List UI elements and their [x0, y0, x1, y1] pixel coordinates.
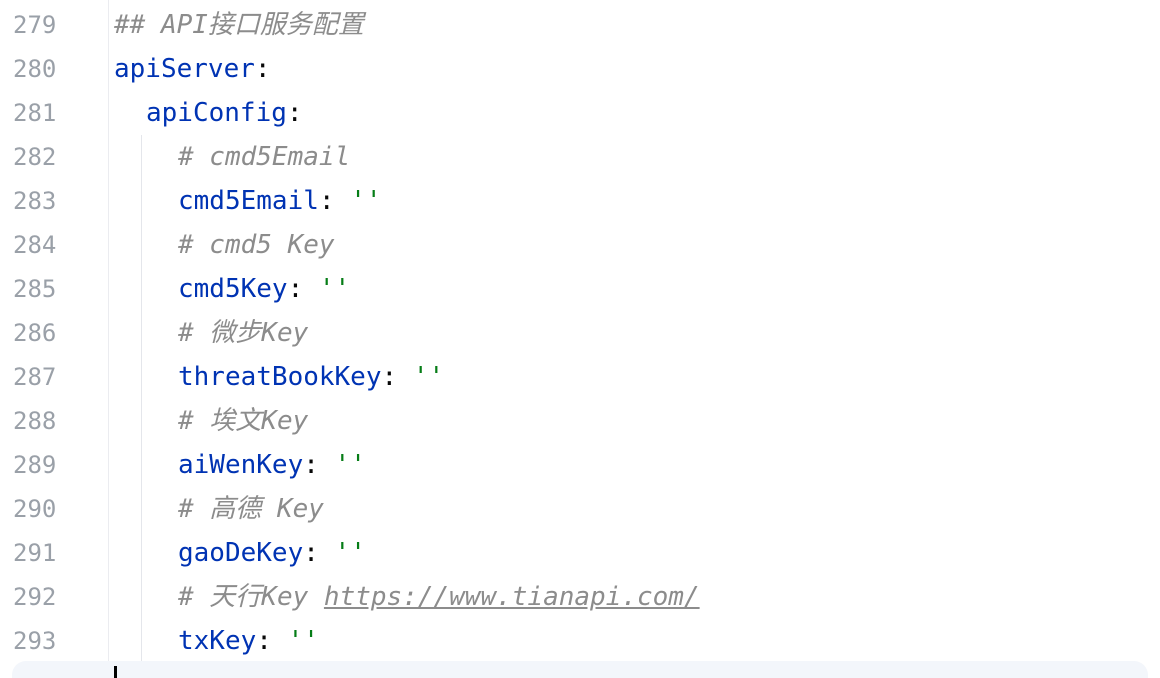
line-number: 281 — [13, 99, 57, 127]
line-number: 291 — [13, 539, 57, 567]
yaml-colon: : — [254, 54, 271, 84]
line-number: 279 — [13, 11, 57, 39]
code-line[interactable]: 286 # 微步Key — [0, 311, 1160, 355]
yaml-colon: : — [303, 538, 319, 568]
line-number: 284 — [13, 231, 57, 259]
comment-text: # 埃文Key — [178, 406, 309, 436]
yaml-key: gaoDeKey — [178, 538, 304, 568]
yaml-key: threatBookKey — [178, 362, 382, 392]
comment-text: # cmd5Email — [178, 142, 351, 172]
comment-text: # 高德 Key — [178, 494, 324, 524]
yaml-string-value: '' — [287, 626, 319, 656]
code-editor[interactable]: 279 ## API接口服务配置 280 apiServer: 281 apiC… — [0, 0, 1160, 678]
yaml-colon: : — [303, 450, 319, 480]
code-line[interactable]: 283 cmd5Email: '' — [0, 179, 1160, 223]
text-caret — [114, 666, 117, 678]
code-line[interactable]: 293 txKey: '' — [0, 619, 1160, 663]
line-number: 283 — [13, 187, 57, 215]
code-line[interactable]: 289 aiWenKey: '' — [0, 443, 1160, 487]
line-number: 285 — [13, 275, 57, 303]
yaml-string-value: '' — [334, 450, 366, 480]
code-line[interactable]: 281 apiConfig: — [0, 91, 1160, 135]
yaml-string-value: '' — [318, 274, 351, 304]
line-number: 287 — [13, 363, 57, 391]
code-line[interactable]: 287 threatBookKey: '' — [0, 355, 1160, 399]
yaml-colon: : — [381, 362, 398, 392]
yaml-colon: : — [287, 274, 304, 304]
yaml-key: txKey — [178, 626, 257, 656]
yaml-colon: : — [256, 626, 272, 656]
code-line[interactable]: 284 # cmd5 Key — [0, 223, 1160, 267]
yaml-key: cmd5Key — [178, 274, 288, 304]
line-number: 286 — [13, 319, 57, 347]
line-number: 282 — [13, 143, 57, 171]
code-line[interactable]: 285 cmd5Key: '' — [0, 267, 1160, 311]
yaml-string-value: '' — [350, 186, 382, 216]
yaml-key: apiServer — [114, 54, 255, 84]
line-number: 293 — [13, 627, 57, 655]
yaml-colon: : — [318, 186, 335, 216]
code-line[interactable]: 290 # 高德 Key — [0, 487, 1160, 531]
code-line[interactable]: 279 ## API接口服务配置 — [0, 3, 1160, 47]
code-line[interactable]: 280 apiServer: — [0, 47, 1160, 91]
code-line[interactable]: 282 # cmd5Email — [0, 135, 1160, 179]
yaml-string-value: '' — [334, 538, 366, 568]
comment-text: # 天行Key — [178, 582, 324, 612]
code-line[interactable]: 291 gaoDeKey: '' — [0, 531, 1160, 575]
yaml-string-value: '' — [412, 362, 445, 392]
line-number: 289 — [13, 451, 57, 479]
line-number: 288 — [13, 407, 57, 435]
comment-url-link[interactable]: https://www.tianapi.com/ — [324, 582, 700, 612]
yaml-colon: : — [286, 98, 303, 128]
yaml-key: apiConfig — [146, 98, 287, 128]
code-line[interactable]: 292 # 天行Key https://www.tianapi.com/ — [0, 575, 1160, 619]
code-line[interactable]: 288 # 埃文Key — [0, 399, 1160, 443]
yaml-key: aiWenKey — [178, 450, 304, 480]
comment-text: # 微步Key — [178, 318, 309, 348]
line-number: 292 — [13, 583, 57, 611]
line-number: 280 — [13, 55, 57, 83]
yaml-key: cmd5Email — [178, 186, 319, 216]
comment-text: # cmd5 Key — [178, 230, 335, 260]
line-number: 290 — [13, 495, 57, 523]
comment-text: ## API接口服务配置 — [114, 10, 364, 40]
editor-bottom-edge — [12, 661, 1148, 678]
